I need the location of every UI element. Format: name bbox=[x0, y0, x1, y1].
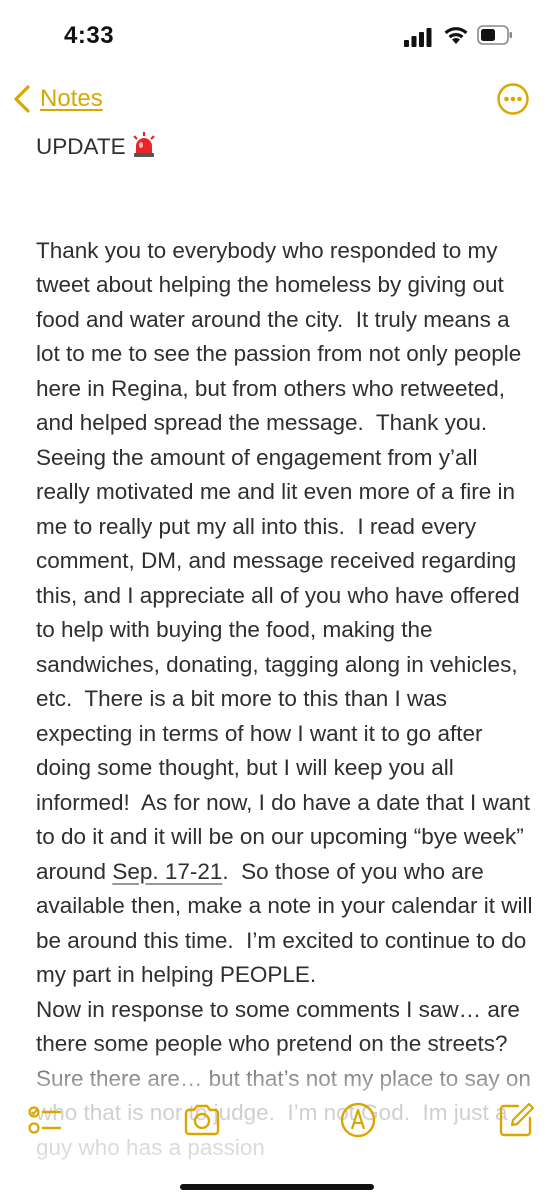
camera-icon[interactable] bbox=[182, 1100, 222, 1140]
status-bar: 4:33 bbox=[0, 0, 554, 70]
markup-pen-icon[interactable] bbox=[338, 1100, 378, 1140]
back-label: Notes bbox=[40, 85, 103, 112]
back-button[interactable]: Notes bbox=[12, 84, 103, 114]
note-body[interactable]: UPDATE Thank you to everybody who respon… bbox=[36, 130, 536, 1165]
status-time: 4:33 bbox=[64, 22, 115, 49]
note-paragraph: Thank you to everybody who responded to … bbox=[36, 237, 531, 884]
home-indicator[interactable] bbox=[180, 1184, 374, 1190]
more-options-icon[interactable] bbox=[496, 82, 530, 116]
siren-icon bbox=[132, 132, 155, 157]
cellular-signal-icon bbox=[404, 28, 432, 47]
bottom-toolbar bbox=[0, 1100, 554, 1160]
battery-icon bbox=[477, 25, 512, 45]
compose-icon[interactable] bbox=[496, 1100, 536, 1140]
date-link[interactable]: Sep. 17-21 bbox=[112, 859, 222, 884]
chevron-left-icon bbox=[14, 85, 30, 113]
note-title: UPDATE bbox=[36, 134, 126, 159]
note-title-line: UPDATE bbox=[36, 130, 536, 165]
navigation-bar: Notes bbox=[0, 78, 554, 122]
wifi-icon bbox=[444, 27, 468, 44]
checklist-icon[interactable] bbox=[26, 1100, 66, 1140]
